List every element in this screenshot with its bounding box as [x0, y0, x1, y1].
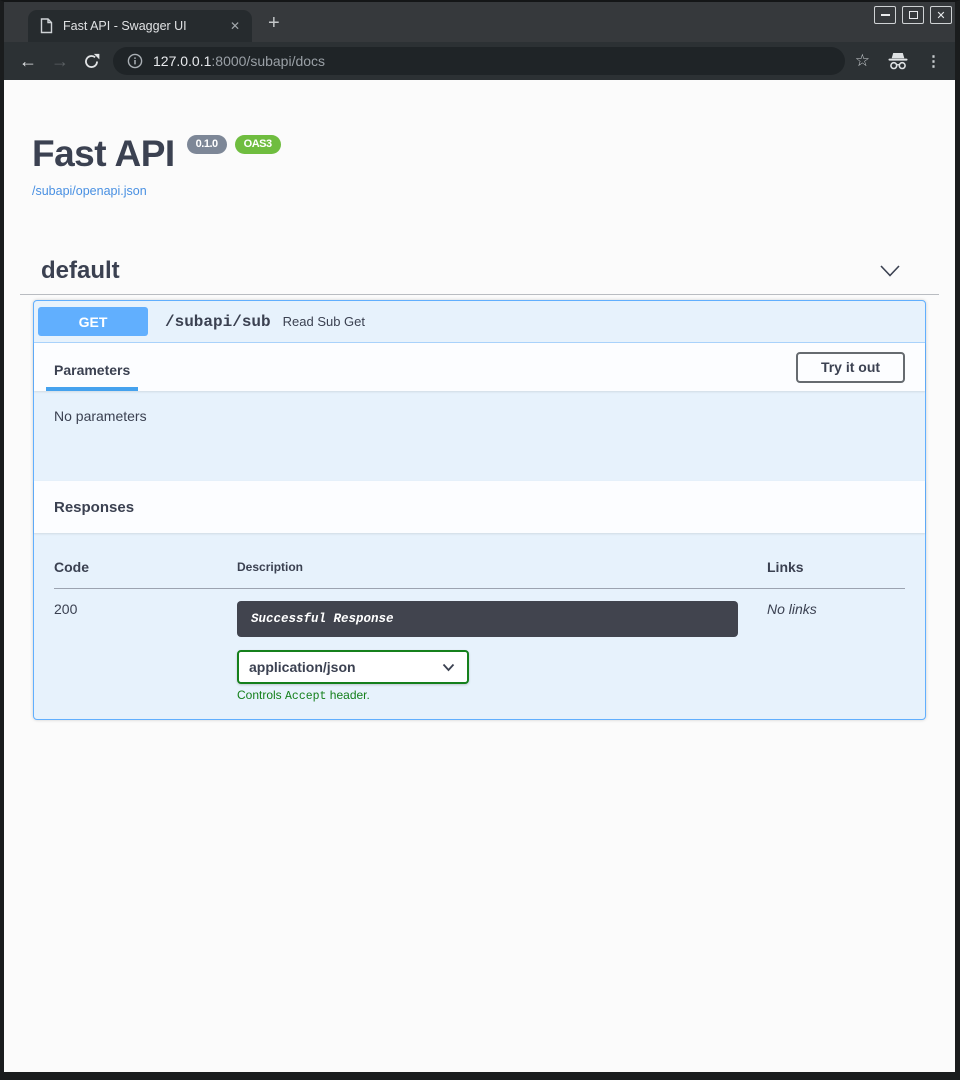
swagger-page: Fast API 0.1.0 OAS3 /subapi/openapi.json d…: [4, 80, 955, 1072]
version-badge: 0.1.0: [187, 135, 227, 154]
url-host: 127.0.0.1: [153, 53, 211, 69]
tab-parameters[interactable]: Parameters: [46, 362, 138, 391]
url-bar[interactable]: 127.0.0.1:8000/subapi/docs: [113, 47, 845, 75]
operation-summary[interactable]: GET /subapi/sub Read Sub Get: [34, 301, 925, 343]
responses-table-header-row: Code Description Links: [54, 559, 905, 589]
column-header-description: Description: [237, 559, 767, 589]
operation-summary-text: Read Sub Get: [283, 314, 365, 329]
page-title: Fast API 0.1.0 OAS3: [32, 133, 939, 175]
browser-menu-icon[interactable]: ⋮: [926, 52, 941, 70]
tag-name: default: [41, 257, 879, 285]
responses-body: Code Description Links 200 Successful Re…: [34, 533, 925, 719]
no-parameters-message: No parameters: [54, 408, 147, 424]
hint-code: Accept: [285, 690, 326, 703]
media-type-control: application/json Controls Accept hea: [237, 650, 767, 703]
api-info: Fast API 0.1.0 OAS3 /subapi/openapi.json: [20, 133, 939, 200]
minimize-button[interactable]: [874, 6, 896, 24]
tab-close-icon[interactable]: ✕: [228, 19, 242, 33]
hint-prefix: Controls: [237, 688, 282, 702]
browser-toolbar: ← → 127.0.0.1:8000/subapi/docs ☆: [4, 42, 955, 80]
parameters-body: No parameters: [34, 391, 925, 481]
column-header-code: Code: [54, 559, 237, 589]
select-chevron-icon: [442, 663, 455, 672]
incognito-icon: [886, 51, 910, 71]
hint-suffix: header.: [330, 688, 370, 702]
minimize-icon: [881, 14, 890, 16]
forward-button[interactable]: →: [49, 52, 71, 70]
maximize-icon: [909, 11, 918, 19]
media-type-select[interactable]: application/json: [237, 650, 469, 684]
close-icon: ✕: [936, 9, 945, 22]
responses-table: Code Description Links 200 Successful Re…: [54, 559, 905, 703]
chevron-down-icon[interactable]: [879, 264, 901, 278]
table-row: 200 Successful Response application/json: [54, 589, 905, 704]
reload-button[interactable]: [83, 53, 100, 70]
browser-window: Fast API - Swagger UI ✕ + ✕ ← →: [0, 0, 960, 1080]
api-title-text: Fast API: [32, 133, 175, 174]
method-badge[interactable]: GET: [38, 307, 148, 336]
back-button[interactable]: ←: [17, 52, 39, 70]
maximize-button[interactable]: [902, 6, 924, 24]
tag-section-header[interactable]: default: [20, 257, 939, 295]
site-info-icon[interactable]: [127, 53, 143, 69]
try-it-out-button[interactable]: Try it out: [796, 352, 905, 383]
bookmark-star-icon[interactable]: ☆: [855, 51, 870, 71]
tab-title: Fast API - Swagger UI: [63, 19, 228, 33]
browser-tab[interactable]: Fast API - Swagger UI ✕: [28, 10, 252, 42]
opblock-get: GET /subapi/sub Read Sub Get Parameters …: [33, 300, 926, 720]
operation-path: /subapi/sub: [165, 313, 271, 331]
new-tab-button[interactable]: +: [268, 13, 280, 42]
close-button[interactable]: ✕: [930, 6, 952, 24]
url-text: 127.0.0.1:8000/subapi/docs: [153, 53, 325, 69]
parameters-header: Parameters Try it out: [34, 343, 925, 391]
titlebar: Fast API - Swagger UI ✕ + ✕: [4, 2, 955, 42]
response-code: 200: [54, 589, 237, 704]
media-type-selected: application/json: [249, 659, 442, 675]
responses-title: Responses: [54, 499, 134, 516]
url-path: :8000/subapi/docs: [211, 53, 325, 69]
response-links: No links: [767, 589, 905, 704]
responses-header: Responses: [34, 481, 925, 533]
response-description: Successful Response: [237, 601, 738, 637]
column-header-links: Links: [767, 559, 905, 589]
window-controls: ✕: [874, 6, 952, 24]
openapi-spec-link[interactable]: /subapi/openapi.json: [32, 184, 147, 198]
page-file-icon: [40, 18, 53, 34]
accept-header-hint: Controls Accept header.: [237, 688, 767, 703]
oas-badge: OAS3: [235, 135, 281, 154]
